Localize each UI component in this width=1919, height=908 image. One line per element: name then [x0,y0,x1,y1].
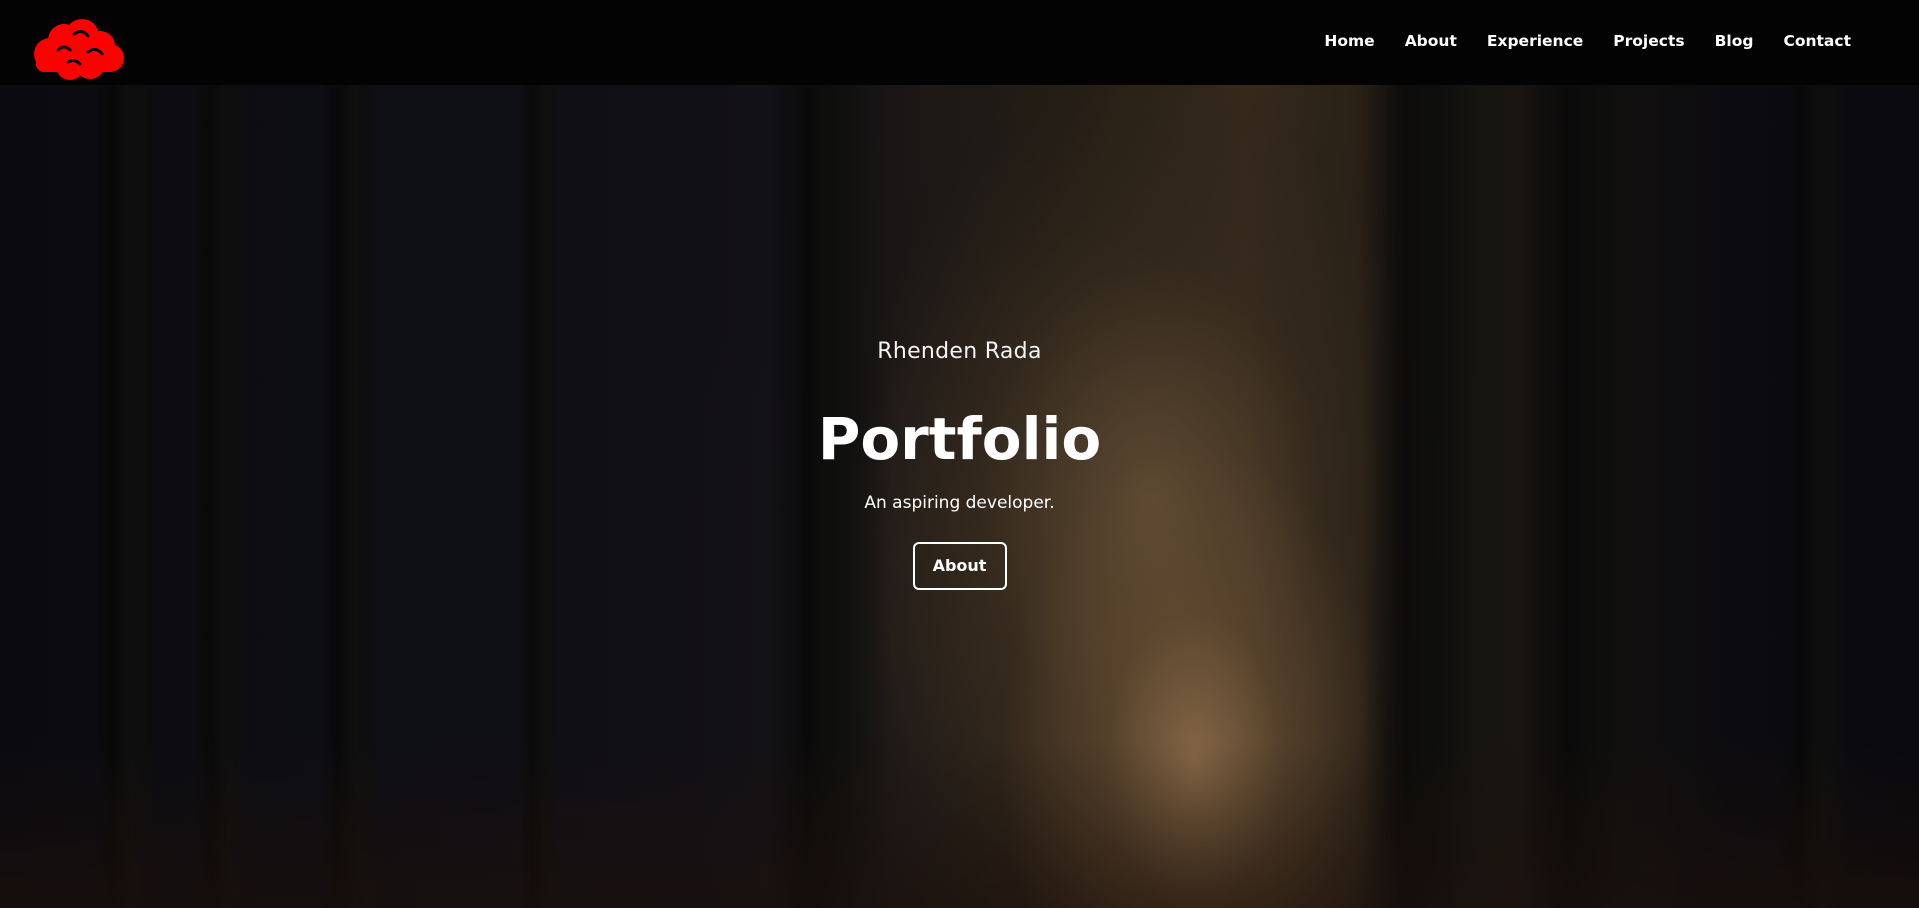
nav-contact-link[interactable]: Contact [1783,32,1851,50]
nav-home-link[interactable]: Home [1324,32,1374,50]
about-button[interactable]: About [912,542,1007,590]
hero-subtitle: An aspiring developer. [864,493,1055,513]
nav-experience-link[interactable]: Experience [1487,32,1583,50]
nav-blog-link[interactable]: Blog [1715,32,1754,50]
hero-section: Rhenden Rada Portfolio An aspiring devel… [0,330,1919,590]
portfolio-page: Home About Experience Projects Blog Cont… [0,0,1919,908]
nav-about-link[interactable]: About [1405,32,1457,50]
hero-name: Rhenden Rada [877,339,1042,364]
navbar: Home About Experience Projects Blog Cont… [0,0,1919,85]
nav-projects-link[interactable]: Projects [1613,32,1684,50]
red-cloud-icon[interactable] [28,16,126,82]
nav-links: Home About Experience Projects Blog Cont… [1324,0,1851,82]
hero-title: Portfolio [817,405,1102,473]
